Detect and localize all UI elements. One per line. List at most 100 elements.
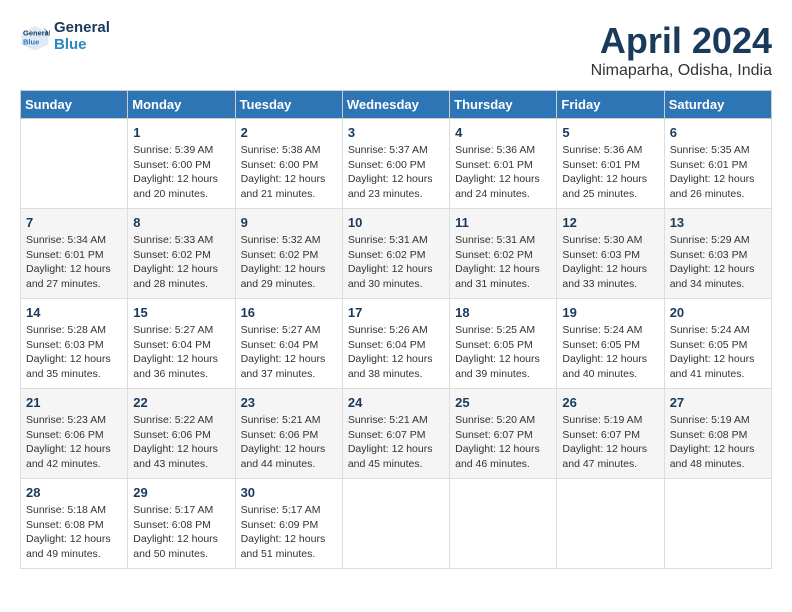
day-number: 19 <box>562 305 658 320</box>
calendar-cell <box>342 479 449 569</box>
day-number: 22 <box>133 395 229 410</box>
day-number: 21 <box>26 395 122 410</box>
cell-content: Sunrise: 5:23 AM Sunset: 6:06 PM Dayligh… <box>26 413 122 472</box>
calendar-cell: 1Sunrise: 5:39 AM Sunset: 6:00 PM Daylig… <box>128 119 235 209</box>
page-header: General Blue General Blue April 2024 Nim… <box>20 20 772 80</box>
calendar-cell: 24 Sunrise: 5:21 AM Sunset: 6:07 PM Dayli… <box>342 389 449 479</box>
day-number: 28 <box>26 485 122 500</box>
cell-content: Sunrise: 5:22 AM Sunset: 6:06 PM Dayligh… <box>133 413 229 472</box>
calendar-cell: 15 Sunrise: 5:27 AM Sunset: 6:04 PM Dayli… <box>128 299 235 389</box>
header-day-saturday: Saturday <box>664 91 771 119</box>
header-day-wednesday: Wednesday <box>342 91 449 119</box>
calendar-cell: 18Sunrise: 5:25 AM Sunset: 6:05 PM Dayli… <box>450 299 557 389</box>
subtitle: Nimaparha, Odisha, India <box>591 62 772 80</box>
cell-content: Sunrise: 5:24 AM Sunset: 6:05 PM Dayligh… <box>562 323 658 382</box>
calendar-cell: 20Sunrise: 5:24 AM Sunset: 6:05 PM Dayli… <box>664 299 771 389</box>
cell-content: Sunrise: 5:30 AM Sunset: 6:03 PM Dayligh… <box>562 233 658 292</box>
day-number: 29 <box>133 485 229 500</box>
calendar-cell: 29 Sunrise: 5:17 AM Sunset: 6:08 PM Dayli… <box>128 479 235 569</box>
header-row: SundayMondayTuesdayWednesdayThursdayFrid… <box>21 91 772 119</box>
week-row-4: 21 Sunrise: 5:23 AM Sunset: 6:06 PM Dayli… <box>21 389 772 479</box>
calendar-cell: 27 Sunrise: 5:19 AM Sunset: 6:08 PM Dayli… <box>664 389 771 479</box>
cell-content: Sunrise: 5:31 AM Sunset: 6:02 PM Dayligh… <box>348 233 444 292</box>
calendar-cell: 6 Sunrise: 5:35 AM Sunset: 6:01 PM Daylig… <box>664 119 771 209</box>
calendar-cell: 8 Sunrise: 5:33 AM Sunset: 6:02 PM Daylig… <box>128 209 235 299</box>
calendar-cell: 22 Sunrise: 5:22 AM Sunset: 6:06 PM Dayli… <box>128 389 235 479</box>
cell-content: Sunrise: 5:35 AM Sunset: 6:01 PM Dayligh… <box>670 143 766 202</box>
svg-text:Blue: Blue <box>23 37 39 46</box>
cell-content: Sunrise: 5:34 AM Sunset: 6:01 PM Dayligh… <box>26 233 122 292</box>
calendar-cell: 23 Sunrise: 5:21 AM Sunset: 6:06 PM Dayli… <box>235 389 342 479</box>
calendar-cell: 21 Sunrise: 5:23 AM Sunset: 6:06 PM Dayli… <box>21 389 128 479</box>
calendar-cell <box>557 479 664 569</box>
day-number: 12 <box>562 215 658 230</box>
cell-content: Sunrise: 5:21 AM Sunset: 6:07 PM Dayligh… <box>348 413 444 472</box>
calendar-cell: 12 Sunrise: 5:30 AM Sunset: 6:03 PM Dayli… <box>557 209 664 299</box>
cell-content: Sunrise: 5:20 AM Sunset: 6:07 PM Dayligh… <box>455 413 551 472</box>
cell-content: Sunrise: 5:28 AM Sunset: 6:03 PM Dayligh… <box>26 323 122 382</box>
calendar-cell: 28 Sunrise: 5:18 AM Sunset: 6:08 PM Dayli… <box>21 479 128 569</box>
cell-content: Sunrise: 5:24 AM Sunset: 6:05 PM Dayligh… <box>670 323 766 382</box>
day-number: 4 <box>455 125 551 140</box>
header-day-friday: Friday <box>557 91 664 119</box>
day-number: 1 <box>133 125 229 140</box>
week-row-1: 1Sunrise: 5:39 AM Sunset: 6:00 PM Daylig… <box>21 119 772 209</box>
cell-content: Sunrise: 5:18 AM Sunset: 6:08 PM Dayligh… <box>26 503 122 562</box>
day-number: 3 <box>348 125 444 140</box>
calendar-body: 1Sunrise: 5:39 AM Sunset: 6:00 PM Daylig… <box>21 119 772 569</box>
cell-content: Sunrise: 5:31 AM Sunset: 6:02 PM Dayligh… <box>455 233 551 292</box>
week-row-2: 7 Sunrise: 5:34 AM Sunset: 6:01 PM Daylig… <box>21 209 772 299</box>
day-number: 7 <box>26 215 122 230</box>
logo: General Blue General Blue <box>20 20 110 53</box>
cell-content: Sunrise: 5:21 AM Sunset: 6:06 PM Dayligh… <box>241 413 337 472</box>
calendar-cell: 9Sunrise: 5:32 AM Sunset: 6:02 PM Daylig… <box>235 209 342 299</box>
calendar-cell: 19 Sunrise: 5:24 AM Sunset: 6:05 PM Dayli… <box>557 299 664 389</box>
calendar-header: SundayMondayTuesdayWednesdayThursdayFrid… <box>21 91 772 119</box>
header-day-thursday: Thursday <box>450 91 557 119</box>
cell-content: Sunrise: 5:27 AM Sunset: 6:04 PM Dayligh… <box>133 323 229 382</box>
calendar-cell <box>450 479 557 569</box>
cell-content: Sunrise: 5:19 AM Sunset: 6:07 PM Dayligh… <box>562 413 658 472</box>
logo-blue: Blue <box>54 37 110 54</box>
day-number: 8 <box>133 215 229 230</box>
main-title: April 2024 <box>591 20 772 62</box>
header-day-tuesday: Tuesday <box>235 91 342 119</box>
day-number: 11 <box>455 215 551 230</box>
calendar-cell: 14Sunrise: 5:28 AM Sunset: 6:03 PM Dayli… <box>21 299 128 389</box>
day-number: 25 <box>455 395 551 410</box>
calendar-cell: 7 Sunrise: 5:34 AM Sunset: 6:01 PM Daylig… <box>21 209 128 299</box>
day-number: 17 <box>348 305 444 320</box>
calendar-cell: 25 Sunrise: 5:20 AM Sunset: 6:07 PM Dayli… <box>450 389 557 479</box>
cell-content: Sunrise: 5:36 AM Sunset: 6:01 PM Dayligh… <box>562 143 658 202</box>
calendar-cell: 13 Sunrise: 5:29 AM Sunset: 6:03 PM Dayli… <box>664 209 771 299</box>
calendar-cell: 16Sunrise: 5:27 AM Sunset: 6:04 PM Dayli… <box>235 299 342 389</box>
svg-text:General: General <box>23 28 50 37</box>
week-row-5: 28 Sunrise: 5:18 AM Sunset: 6:08 PM Dayli… <box>21 479 772 569</box>
day-number: 13 <box>670 215 766 230</box>
calendar-cell: 4Sunrise: 5:36 AM Sunset: 6:01 PM Daylig… <box>450 119 557 209</box>
header-day-sunday: Sunday <box>21 91 128 119</box>
day-number: 23 <box>241 395 337 410</box>
calendar-cell: 11 Sunrise: 5:31 AM Sunset: 6:02 PM Dayli… <box>450 209 557 299</box>
day-number: 27 <box>670 395 766 410</box>
cell-content: Sunrise: 5:38 AM Sunset: 6:00 PM Dayligh… <box>241 143 337 202</box>
cell-content: Sunrise: 5:17 AM Sunset: 6:09 PM Dayligh… <box>241 503 337 562</box>
day-number: 16 <box>241 305 337 320</box>
cell-content: Sunrise: 5:29 AM Sunset: 6:03 PM Dayligh… <box>670 233 766 292</box>
cell-content: Sunrise: 5:19 AM Sunset: 6:08 PM Dayligh… <box>670 413 766 472</box>
day-number: 6 <box>670 125 766 140</box>
calendar-cell <box>664 479 771 569</box>
cell-content: Sunrise: 5:33 AM Sunset: 6:02 PM Dayligh… <box>133 233 229 292</box>
day-number: 15 <box>133 305 229 320</box>
logo-icon: General Blue <box>20 22 50 52</box>
cell-content: Sunrise: 5:17 AM Sunset: 6:08 PM Dayligh… <box>133 503 229 562</box>
day-number: 18 <box>455 305 551 320</box>
calendar-cell: 17 Sunrise: 5:26 AM Sunset: 6:04 PM Dayli… <box>342 299 449 389</box>
day-number: 2 <box>241 125 337 140</box>
calendar-cell: 10Sunrise: 5:31 AM Sunset: 6:02 PM Dayli… <box>342 209 449 299</box>
calendar-table: SundayMondayTuesdayWednesdayThursdayFrid… <box>20 90 772 569</box>
calendar-cell: 30 Sunrise: 5:17 AM Sunset: 6:09 PM Dayli… <box>235 479 342 569</box>
day-number: 30 <box>241 485 337 500</box>
cell-content: Sunrise: 5:26 AM Sunset: 6:04 PM Dayligh… <box>348 323 444 382</box>
day-number: 24 <box>348 395 444 410</box>
